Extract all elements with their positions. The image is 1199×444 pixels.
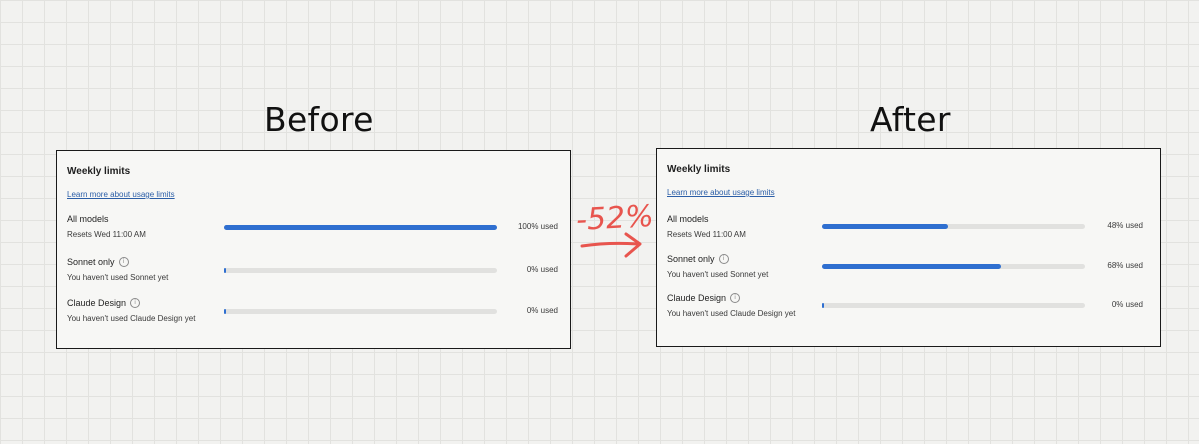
row-subtitle: Resets Wed 11:00 AM bbox=[67, 230, 146, 239]
info-icon[interactable]: i bbox=[730, 293, 741, 303]
row-subtitle: You haven't used Sonnet yet bbox=[67, 273, 169, 282]
usage-progress-fill bbox=[224, 225, 497, 230]
row-name: Sonnet only i bbox=[667, 254, 729, 264]
usage-progress-bar bbox=[822, 303, 1085, 308]
weekly-limits-panel-after: Weekly limits Learn more about usage lim… bbox=[656, 148, 1161, 347]
usage-progress-fill bbox=[224, 309, 226, 314]
after-heading: After bbox=[870, 100, 951, 139]
usage-limits-link[interactable]: Learn more about usage limits bbox=[67, 190, 175, 199]
arrow-right-icon bbox=[580, 241, 640, 248]
info-icon[interactable]: i bbox=[118, 257, 129, 267]
row-subtitle: You haven't used Sonnet yet bbox=[667, 270, 769, 279]
panel-title: Weekly limits bbox=[67, 166, 131, 177]
usage-row-sonnet-only: Sonnet only i You haven't used Sonnet ye… bbox=[57, 257, 570, 287]
row-name: Sonnet only i bbox=[67, 257, 129, 267]
change-annotation: -52% bbox=[575, 199, 654, 258]
usage-progress-bar bbox=[224, 268, 497, 273]
row-name: All models bbox=[667, 214, 709, 224]
usage-row-all-models: All models Resets Wed 11:00 AM 48% used bbox=[657, 214, 1160, 244]
usage-percent-label: 0% used bbox=[526, 265, 558, 274]
row-name: Claude Design i bbox=[67, 298, 141, 308]
usage-progress-bar bbox=[822, 264, 1085, 269]
usage-progress-bar bbox=[822, 224, 1085, 229]
row-subtitle: Resets Wed 11:00 AM bbox=[667, 230, 746, 239]
usage-progress-bar bbox=[224, 309, 497, 314]
usage-percent-label: 68% used bbox=[1107, 261, 1143, 270]
usage-row-claude-design: Claude Design i You haven't used Claude … bbox=[57, 298, 570, 328]
usage-progress-bar bbox=[224, 225, 497, 230]
usage-percent-label: 48% used bbox=[1107, 221, 1143, 230]
usage-progress-fill bbox=[822, 303, 824, 308]
usage-percent-label: 100% used bbox=[517, 222, 558, 231]
row-subtitle: You haven't used Claude Design yet bbox=[667, 309, 796, 318]
usage-limits-link[interactable]: Learn more about usage limits bbox=[667, 188, 775, 197]
weekly-limits-panel-before: Weekly limits Learn more about usage lim… bbox=[56, 150, 571, 349]
panel-title: Weekly limits bbox=[667, 164, 731, 175]
usage-percent-label: 0% used bbox=[1111, 300, 1143, 309]
row-name: Claude Design i bbox=[667, 293, 741, 303]
usage-row-all-models: All models Resets Wed 11:00 AM 100% used bbox=[57, 214, 570, 244]
usage-percent-label: 0% used bbox=[526, 306, 558, 315]
info-icon[interactable]: i bbox=[130, 298, 141, 308]
usage-progress-fill bbox=[822, 264, 1001, 269]
change-percent-label: -52% bbox=[575, 199, 654, 238]
row-name: All models bbox=[67, 214, 109, 224]
row-subtitle: You haven't used Claude Design yet bbox=[67, 314, 196, 323]
before-heading: Before bbox=[264, 100, 374, 139]
usage-row-claude-design: Claude Design i You haven't used Claude … bbox=[657, 293, 1160, 323]
info-icon[interactable]: i bbox=[718, 254, 729, 264]
usage-progress-fill bbox=[224, 268, 226, 273]
usage-row-sonnet-only: Sonnet only i You haven't used Sonnet ye… bbox=[657, 254, 1160, 284]
usage-progress-fill bbox=[822, 224, 949, 229]
